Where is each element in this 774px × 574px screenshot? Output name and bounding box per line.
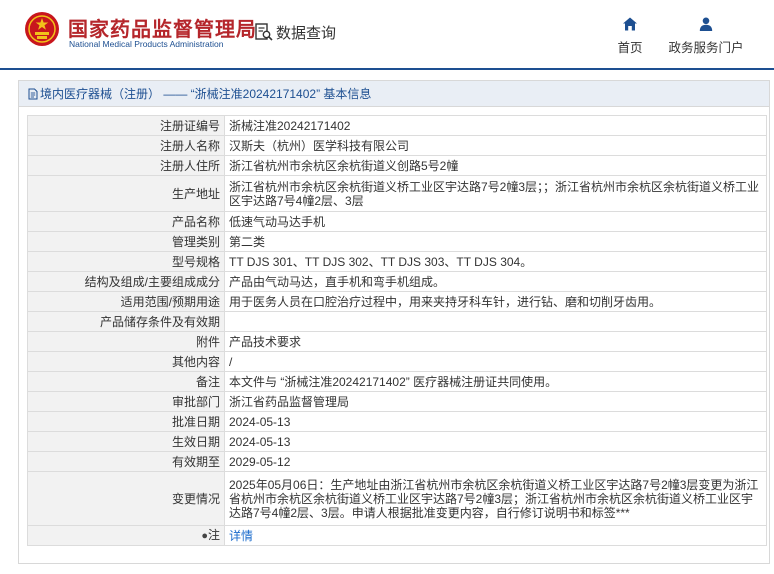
- row-key: 有效期至: [27, 451, 225, 472]
- row-value: 浙械注准20242171402: [224, 115, 767, 136]
- note-label: 注: [207, 528, 220, 542]
- nav-service-portal-label: 政务服务门户: [668, 41, 744, 55]
- note-row-key: ●注: [27, 525, 225, 546]
- row-value: 浙江省杭州市余杭区余杭街道义创路5号2幢: [224, 155, 767, 176]
- row-key: 变更情况: [27, 471, 225, 526]
- row-key: 其他内容: [27, 351, 225, 372]
- row-value: 产品技术要求: [224, 331, 767, 352]
- row-value: 2025年05月06日：生产地址由浙江省杭州市余杭区余杭街道义桥工业区宇达路7号…: [224, 471, 767, 526]
- table-row: 批准日期 2024-05-13: [27, 411, 767, 432]
- table-row: 产品名称 低速气动马达手机: [27, 211, 767, 232]
- table-row: 注册人住所 浙江省杭州市余杭区余杭街道义创路5号2幢: [27, 155, 767, 176]
- row-key: 生产地址: [27, 175, 225, 212]
- nav-home[interactable]: 首页: [590, 16, 670, 56]
- row-value: /: [224, 351, 767, 372]
- row-key: 结构及组成/主要组成成分: [27, 271, 225, 292]
- panel-title-bar: 境内医疗器械（注册） —— “浙械注准20242171402” 基本信息: [19, 81, 769, 107]
- table-row: 其他内容 /: [27, 351, 767, 372]
- row-value: 本文件与 “浙械注准20242171402” 医疗器械注册证共同使用。: [224, 371, 767, 392]
- row-key: 审批部门: [27, 391, 225, 412]
- table-row: 管理类别 第二类: [27, 231, 767, 252]
- table-row: 结构及组成/主要组成成分 产品由气动马达，直手机和弯手机组成。: [27, 271, 767, 292]
- site-header: 国家药品监督管理局 National Medical Products Admi…: [0, 0, 774, 68]
- row-key: 批准日期: [27, 411, 225, 432]
- row-value: 用于医务人员在口腔治疗过程中，用来夹持牙科车针，进行钻、磨和切削牙齿用。: [224, 291, 767, 312]
- home-icon: [623, 17, 637, 31]
- table-row: 生产地址 浙江省杭州市余杭区余杭街道义桥工业区宇达路7号2幢3层；；浙江省杭州市…: [27, 175, 767, 212]
- details-link[interactable]: 详情: [229, 529, 253, 543]
- emblem-logo-icon: [25, 12, 59, 46]
- row-value: TT DJS 301、TT DJS 302、TT DJS 303、TT DJS …: [224, 251, 767, 272]
- data-search-icon: [255, 23, 273, 41]
- row-value: 低速气动马达手机: [224, 211, 767, 232]
- header-divider: [0, 68, 774, 70]
- note-row-value: 详情: [224, 525, 767, 546]
- row-key: 注册人名称: [27, 135, 225, 156]
- panel-title: 境内医疗器械（注册） —— “浙械注准20242171402” 基本信息: [40, 87, 372, 101]
- row-value: 产品由气动马达，直手机和弯手机组成。: [224, 271, 767, 292]
- row-key: 注册证编号: [27, 115, 225, 136]
- table-row: 产品储存条件及有效期: [27, 311, 767, 332]
- nav-service-portal[interactable]: 政务服务门户: [666, 16, 746, 56]
- row-key: 附件: [27, 331, 225, 352]
- pin-icon: ●: [201, 530, 208, 542]
- brand-name-en: National Medical Products Administration: [69, 39, 224, 49]
- row-key: 备注: [27, 371, 225, 392]
- table-row: 适用范围/预期用途 用于医务人员在口腔治疗过程中，用来夹持牙科车针，进行钻、磨和…: [27, 291, 767, 312]
- table-row: 有效期至 2029-05-12: [27, 451, 767, 472]
- row-key: 适用范围/预期用途: [27, 291, 225, 312]
- row-value: 2029-05-12: [224, 451, 767, 472]
- table-row: ●注 详情: [27, 525, 767, 546]
- row-value: 第二类: [224, 231, 767, 252]
- table-row: 注册人名称 汉斯夫（杭州）医学科技有限公司: [27, 135, 767, 156]
- table-row: 注册证编号 浙械注准20242171402: [27, 115, 767, 136]
- detail-panel: 境内医疗器械（注册） —— “浙械注准20242171402” 基本信息 注册证…: [18, 80, 770, 564]
- row-key: 管理类别: [27, 231, 225, 252]
- table-row: 型号规格 TT DJS 301、TT DJS 302、TT DJS 303、TT…: [27, 251, 767, 272]
- data-query-label: 数据查询: [276, 24, 337, 42]
- nav-home-label: 首页: [617, 41, 643, 55]
- user-icon: [699, 17, 713, 31]
- row-value: 2024-05-13: [224, 411, 767, 432]
- row-value: 汉斯夫（杭州）医学科技有限公司: [224, 135, 767, 156]
- table-row: 变更情况 2025年05月06日：生产地址由浙江省杭州市余杭区余杭街道义桥工业区…: [27, 471, 767, 526]
- table-row: 生效日期 2024-05-13: [27, 431, 767, 452]
- table-row: 审批部门 浙江省药品监督管理局: [27, 391, 767, 412]
- row-key: 产品储存条件及有效期: [27, 311, 225, 332]
- table-row: 附件 产品技术要求: [27, 331, 767, 352]
- data-query-link[interactable]: 数据查询: [254, 20, 336, 44]
- row-value: 浙江省杭州市余杭区余杭街道义桥工业区宇达路7号2幢3层；；浙江省杭州市余杭区余杭…: [224, 175, 767, 212]
- row-key: 产品名称: [27, 211, 225, 232]
- row-value: 浙江省药品监督管理局: [224, 391, 767, 412]
- table-row: 备注 本文件与 “浙械注准20242171402” 医疗器械注册证共同使用。: [27, 371, 767, 392]
- row-key: 生效日期: [27, 431, 225, 452]
- row-key: 注册人住所: [27, 155, 225, 176]
- brand-name-cn: 国家药品监督管理局: [68, 19, 257, 41]
- registration-info-table: 注册证编号 浙械注准20242171402 注册人名称 汉斯夫（杭州）医学科技有…: [27, 115, 767, 546]
- row-value: 2024-05-13: [224, 431, 767, 452]
- document-icon: [28, 88, 38, 99]
- row-value: [224, 311, 767, 332]
- row-key: 型号规格: [27, 251, 225, 272]
